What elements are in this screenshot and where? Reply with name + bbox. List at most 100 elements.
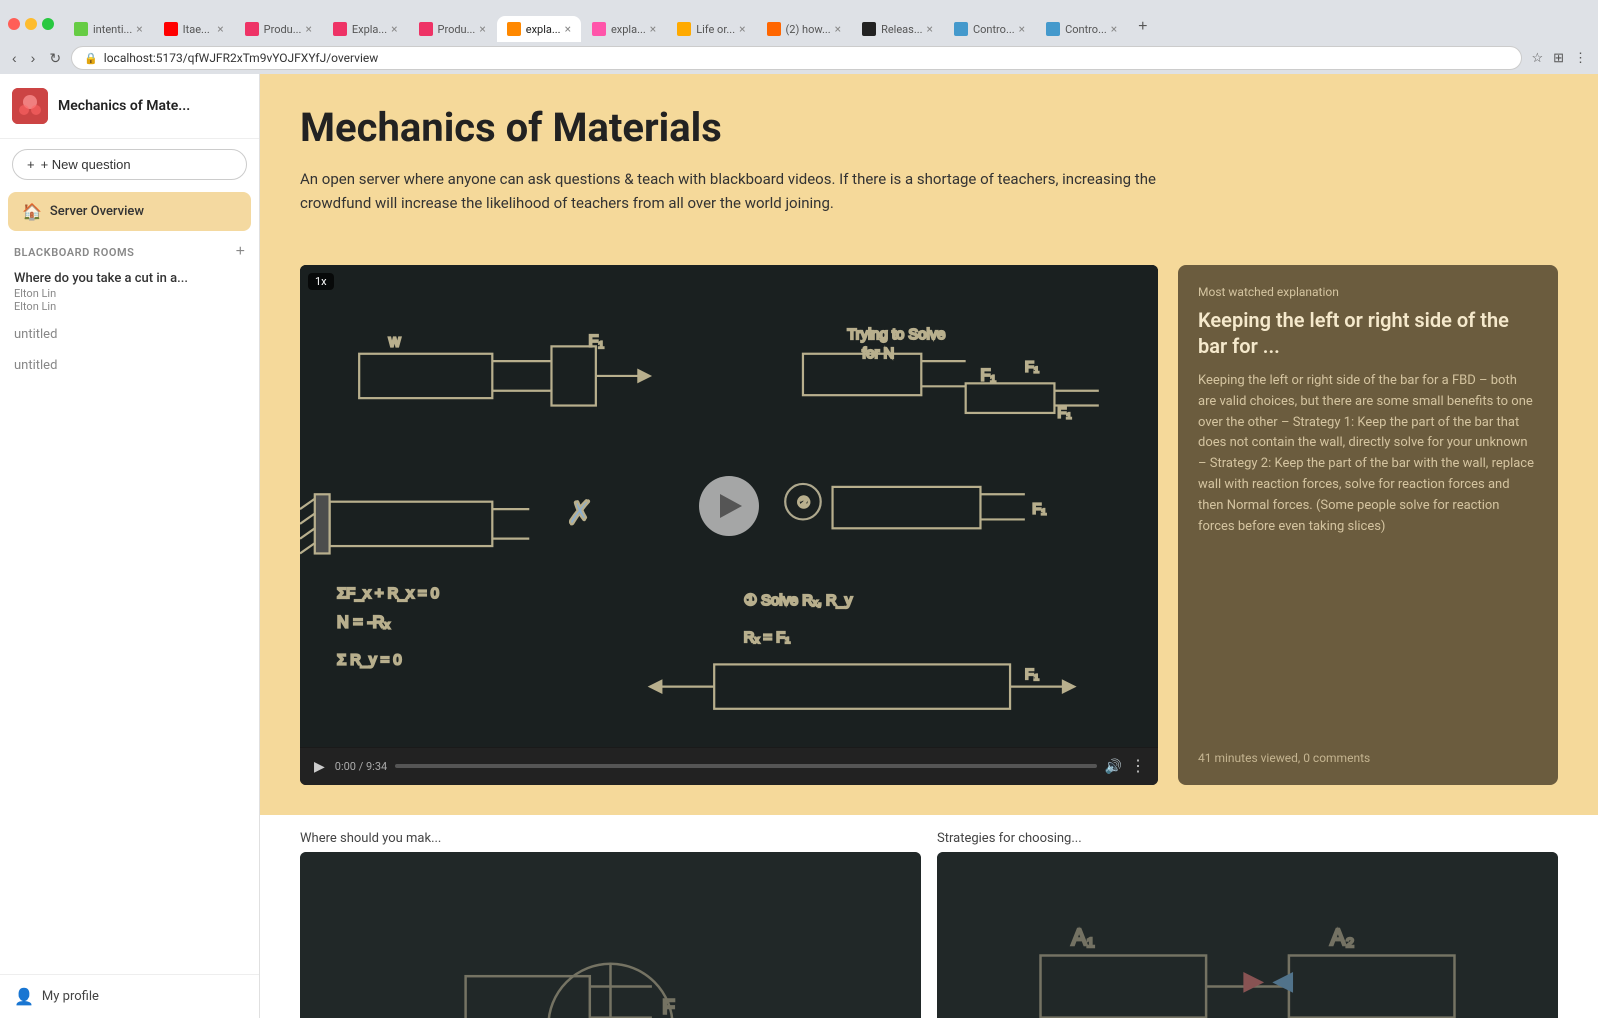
svg-text:F₁: F₁ [1025,360,1039,376]
tab-close-produ1[interactable]: × [305,22,311,36]
play-button[interactable] [699,476,759,536]
tab-favicon-yt [164,22,178,36]
svg-text:for N: for N [862,346,894,362]
thumbnail-item-2[interactable]: Strategies for choosing... A₁ [937,831,1558,1018]
tab-favicon-how [767,22,781,36]
sidebar-footer-profile[interactable]: 👤 My profile [0,974,259,1018]
new-question-button[interactable]: + + New question [12,149,247,180]
tab-expla1[interactable]: Expla... × [323,16,408,42]
tab-close-contro1[interactable]: × [1019,22,1025,36]
sidebar-title: Mechanics of Mate... [58,98,190,114]
tab-expla2[interactable]: expla... × [497,16,581,42]
video-area: w F₁ F₁ Trying to Solve for N [300,265,1158,748]
tab-itae[interactable]: Itae... × [154,16,234,42]
play-pause-button[interactable]: ▶ [312,756,327,777]
thumbnail-image-1: F [300,852,921,1018]
tab-produ2[interactable]: Produ... × [409,16,496,42]
most-watched-label: Most watched explanation [1198,285,1538,299]
tab-release[interactable]: Releas... × [852,16,943,42]
sidebar-untitled-2[interactable]: untitled [0,350,259,381]
tab-favicon-produ1 [245,22,259,36]
tab-favicon-life [677,22,691,36]
tab-title-contro1: Contro... [973,23,1015,36]
forward-button[interactable]: › [27,48,40,68]
room-author2: Elton Lin [14,300,245,313]
back-button[interactable]: ‹ [8,48,21,68]
volume-button[interactable]: 🔊 [1105,758,1122,775]
tab-close-expla3[interactable]: × [650,22,656,36]
tab-life[interactable]: Life or... × [667,16,755,42]
most-watched-description: Keeping the left or right side of the ba… [1198,371,1538,737]
video-controls: ▶ 0:00 / 9:34 🔊 ⋮ [300,748,1158,785]
tab-intent[interactable]: intenti... × [64,16,153,42]
tab-contro2[interactable]: Contro... × [1036,16,1127,42]
address-bar-container: ‹ › ↻ 🔒 localhost:5173/qfWJFR2xTm9vYOJFX… [0,42,1598,74]
maximize-window-btn[interactable] [42,18,54,30]
tab-favicon-expla3 [592,22,606,36]
tab-contro1[interactable]: Contro... × [944,16,1035,42]
tab-close-how[interactable]: × [835,22,841,36]
untitled-label-2: untitled [14,358,57,373]
tab-favicon-expla2 [507,22,521,36]
plus-icon: + [27,157,35,172]
room-title: Where do you take a cut in a... [14,271,245,286]
security-icon: 🔒 [84,52,98,65]
tab-close-itae[interactable]: × [217,22,223,36]
tab-close-intent[interactable]: × [136,22,142,36]
minimize-window-btn[interactable] [25,18,37,30]
sidebar-untitled-1[interactable]: untitled [0,319,259,350]
svg-text:②: ② [797,496,810,512]
room-item-where[interactable]: Where do you take a cut in a... Elton Li… [0,265,259,319]
video-more-button[interactable]: ⋮ [1130,756,1146,776]
most-watched-card: Most watched explanation Keeping the lef… [1178,265,1558,785]
address-bar[interactable]: 🔒 localhost:5173/qfWJFR2xTm9vYOJFXYfJ/ov… [71,46,1522,70]
tab-close-produ2[interactable]: × [479,22,485,36]
menu-icon[interactable]: ⋮ [1571,48,1590,68]
app-container: Mechanics of Mate... + + New question 🏠 … [0,74,1598,1018]
svg-text:F₁: F₁ [1057,405,1071,421]
room-author: Elton Lin [14,287,245,300]
content-grid: w F₁ F₁ Trying to Solve for N [260,245,1598,815]
tab-how[interactable]: (2) how... × [757,16,852,42]
my-profile-label: My profile [42,989,99,1004]
tab-title-intent: intenti... [93,23,132,36]
tab-close-contro2[interactable]: × [1111,22,1117,36]
tab-title-expla3: expla... [611,23,646,36]
extensions-icon[interactable]: ⊞ [1550,48,1567,68]
browser-actions: ☆ ⊞ ⋮ [1528,48,1590,68]
sidebar-item-server-overview[interactable]: 🏠 Server Overview [8,192,251,231]
reload-button[interactable]: ↻ [45,48,65,69]
tab-favicon-expla1 [333,22,347,36]
server-overview-label: Server Overview [50,204,144,219]
page-title: Mechanics of Materials [300,104,1558,151]
tab-title-life: Life or... [696,23,735,36]
home-icon: 🏠 [22,202,42,221]
video-progress-bar[interactable] [395,764,1096,768]
tab-close-release[interactable]: × [927,22,933,36]
thumbnail-item-1[interactable]: Where should you mak... F [300,831,921,1018]
url-text: localhost:5173/qfWJFR2xTm9vYOJFXYfJ/over… [104,51,1510,65]
sidebar: Mechanics of Mate... + + New question 🏠 … [0,74,260,1018]
thumbnail-label-2: Strategies for choosing... [937,831,1558,846]
svg-text:w: w [388,332,401,350]
bookmark-icon[interactable]: ☆ [1528,48,1546,68]
thumbnail-row: Where should you mak... F [300,831,1558,1018]
tab-title-produ1: Produ... [264,23,302,36]
thumbnail-label-1: Where should you mak... [300,831,921,846]
tab-favicon-contro2 [1046,22,1060,36]
close-window-btn[interactable] [8,18,20,30]
tab-produ1[interactable]: Produ... × [235,16,322,42]
tab-favicon-intent [74,22,88,36]
svg-text:F₁: F₁ [588,332,604,350]
tab-expla3[interactable]: expla... × [582,16,666,42]
thumbnails-section: Where should you mak... F [260,815,1598,1018]
svg-text:Trying to Solve: Trying to Solve [847,327,945,343]
untitled-label-1: untitled [14,327,57,342]
tab-close-life[interactable]: × [739,22,745,36]
tab-close-expla1[interactable]: × [391,22,397,36]
svg-text:① Solve Rₓ, R_y: ① Solve Rₓ, R_y [744,593,853,609]
tab-close-expla2[interactable]: × [565,22,571,36]
add-room-button[interactable]: + [236,243,245,261]
video-player[interactable]: w F₁ F₁ Trying to Solve for N [300,265,1158,785]
new-tab-button[interactable]: + [1128,12,1157,42]
